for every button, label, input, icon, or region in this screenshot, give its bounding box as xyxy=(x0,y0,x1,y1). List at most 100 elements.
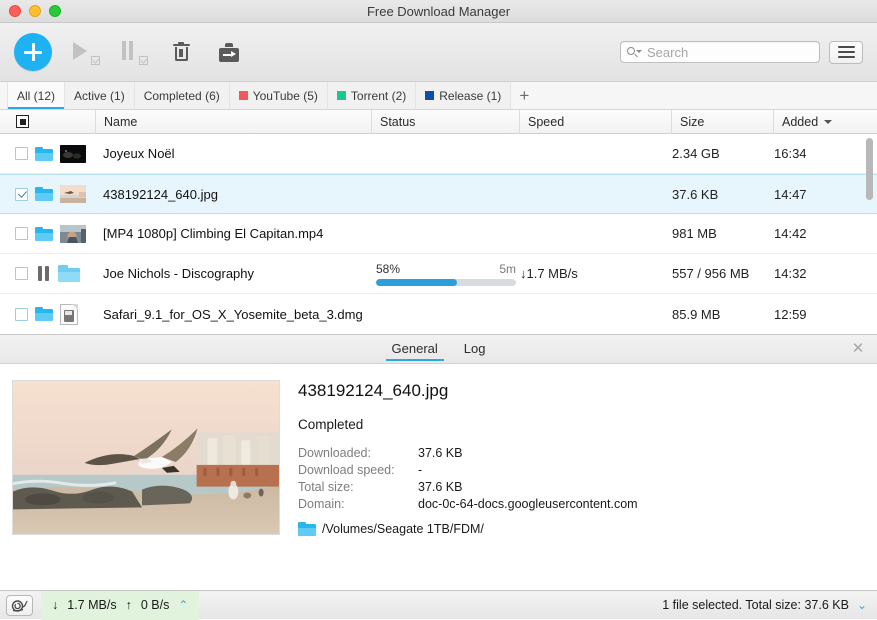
download-added-time: 14:32 xyxy=(774,266,807,281)
filter-tab-all[interactable]: All (12) xyxy=(7,82,66,109)
filter-tab-completed[interactable]: Completed (6) xyxy=(134,82,230,109)
sort-descending-icon xyxy=(824,119,833,124)
table-row[interactable]: Safari_9.1_for_OS_X_Yosemite_beta_3.dmg … xyxy=(0,294,877,334)
row-name-cell: Joe Nichols - Discography xyxy=(96,254,372,293)
field-label: Total size: xyxy=(298,480,354,494)
filter-tab-youtube[interactable]: YouTube (5) xyxy=(229,82,328,109)
progress-percent: 58% xyxy=(376,261,401,276)
filter-tab-torrent[interactable]: Torrent (2) xyxy=(327,82,417,109)
filter-tab-label: All (12) xyxy=(17,88,56,103)
hamburger-menu-button[interactable] xyxy=(829,40,863,64)
add-download-button[interactable] xyxy=(14,33,52,71)
close-detail-panel-icon[interactable]: ✕ xyxy=(851,341,865,356)
transfer-speed-panel[interactable]: ↓ 1.7 MB/s ↑ 0 B/s ⌃ xyxy=(41,590,200,620)
window-title: Free Download Manager xyxy=(366,3,511,19)
row-checkbox[interactable] xyxy=(15,307,28,321)
row-speed-cell xyxy=(520,214,672,253)
progress-labels: 58% 5m xyxy=(376,262,516,276)
file-thumbnail xyxy=(60,224,86,243)
main-toolbar xyxy=(0,23,877,82)
detail-tab-bar: General Log ✕ xyxy=(0,335,877,364)
row-speed-cell xyxy=(520,134,672,173)
filter-tab-active[interactable]: Active (1) xyxy=(65,82,135,109)
detail-field-downloaded: Downloaded: 37.6 KB xyxy=(298,445,865,462)
row-status-cell xyxy=(372,294,520,334)
detail-info: 438192124_640.jpg Completed Downloaded: … xyxy=(298,380,865,536)
download-table: Name Status Speed Size Added Joyeux Noël… xyxy=(0,110,877,334)
field-label: Domain: xyxy=(298,497,345,511)
add-filter-tab-button[interactable]: + xyxy=(511,82,538,109)
table-row[interactable]: Joe Nichols - Discography 58% 5m ↓1.7 MB… xyxy=(0,254,877,294)
folder-icon[interactable] xyxy=(35,307,53,321)
column-header-select-all[interactable] xyxy=(0,110,96,134)
table-row[interactable]: Joyeux Noël 2.34 GB 16:34 xyxy=(0,134,877,174)
folder-icon[interactable] xyxy=(35,146,53,161)
select-all-checkbox-icon[interactable] xyxy=(16,115,29,128)
row-speed-cell xyxy=(520,294,672,334)
title-bar: Free Download Manager xyxy=(0,0,877,23)
table-row[interactable]: [MP4 1080p] Climbing El Capitan.mp4 981 … xyxy=(0,214,877,254)
search-input[interactable] xyxy=(645,43,813,61)
column-header-added[interactable]: Added xyxy=(774,110,877,134)
progress-eta: 5m xyxy=(499,261,516,276)
detail-path-row[interactable]: /Volumes/Seagate 1TB/FDM/ xyxy=(298,522,865,536)
column-header-size[interactable]: Size xyxy=(672,110,774,134)
folder-icon[interactable] xyxy=(35,226,53,241)
field-label: Downloaded: xyxy=(298,446,371,460)
column-header-status[interactable]: Status xyxy=(372,110,520,134)
status-bar: ↓ 1.7 MB/s ↑ 0 B/s ⌃ 1 file selected. To… xyxy=(0,590,877,620)
progress-bar xyxy=(376,278,516,286)
selection-summary[interactable]: 1 file selected. Total size: 37.6 KB ⌄ xyxy=(662,598,867,612)
row-status-cell xyxy=(372,214,520,253)
row-name-cell: Safari_9.1_for_OS_X_Yosemite_beta_3.dmg xyxy=(96,294,372,334)
download-size: 2.34 GB xyxy=(672,146,720,161)
export-box-arrow-icon xyxy=(219,42,239,62)
search-box[interactable] xyxy=(620,41,820,63)
row-size-cell: 557 / 956 MB xyxy=(672,254,774,293)
upload-arrow-icon: ↑ xyxy=(125,598,132,612)
minimize-window-button[interactable] xyxy=(29,5,41,17)
pause-icon xyxy=(122,41,133,60)
column-header-label: Status xyxy=(380,114,416,129)
column-header-label: Added xyxy=(782,114,819,129)
pause-icon[interactable] xyxy=(35,266,51,282)
table-body: Joyeux Noël 2.34 GB 16:34 438192124_640.… xyxy=(0,134,877,334)
zoom-window-button[interactable] xyxy=(49,5,61,17)
pause-download-button[interactable] xyxy=(120,37,148,67)
row-added-cell: 14:32 xyxy=(774,254,877,293)
filter-tab-release[interactable]: Release (1) xyxy=(416,82,512,109)
global-upload-speed: 0 B/s xyxy=(140,598,170,612)
download-name: Joyeux Noël xyxy=(103,146,175,161)
tab-log[interactable]: Log xyxy=(461,337,489,361)
row-checkbox[interactable] xyxy=(15,147,28,160)
column-header-label: Size xyxy=(680,114,705,129)
column-header-name[interactable]: Name xyxy=(96,110,372,134)
tab-general[interactable]: General xyxy=(385,337,445,361)
row-status-cell: 58% 5m xyxy=(372,254,520,293)
chevron-up-icon[interactable]: ⌃ xyxy=(178,599,188,611)
folder-icon[interactable] xyxy=(58,265,80,282)
download-name: 438192124_640.jpg xyxy=(103,186,218,202)
detail-status: Completed xyxy=(298,417,364,432)
progress-group: 58% 5m xyxy=(376,262,516,286)
close-window-button[interactable] xyxy=(9,5,21,17)
detail-file-name: 438192124_640.jpg xyxy=(298,381,449,400)
start-download-button[interactable] xyxy=(72,37,100,67)
download-size: 85.9 MB xyxy=(672,306,721,322)
table-vertical-scrollbar[interactable] xyxy=(866,138,873,200)
row-checkbox[interactable] xyxy=(15,187,28,201)
move-download-button[interactable] xyxy=(216,37,242,67)
download-size: 557 / 956 MB xyxy=(672,266,750,281)
speed-limit-button[interactable] xyxy=(6,594,33,616)
column-header-speed[interactable]: Speed xyxy=(520,110,672,134)
row-checkbox[interactable] xyxy=(15,227,28,240)
table-row[interactable]: 438192124_640.jpg 37.6 KB 14:47 xyxy=(0,174,877,214)
download-name: Joe Nichols - Discography xyxy=(103,266,255,281)
toolbar-actions xyxy=(72,37,242,67)
delete-download-button[interactable] xyxy=(168,37,194,67)
folder-icon[interactable] xyxy=(35,187,53,201)
row-status-cell xyxy=(372,175,520,213)
row-checkbox[interactable] xyxy=(15,267,28,280)
chevron-down-icon[interactable]: ⌄ xyxy=(857,599,867,611)
row-select-cell xyxy=(0,254,96,293)
